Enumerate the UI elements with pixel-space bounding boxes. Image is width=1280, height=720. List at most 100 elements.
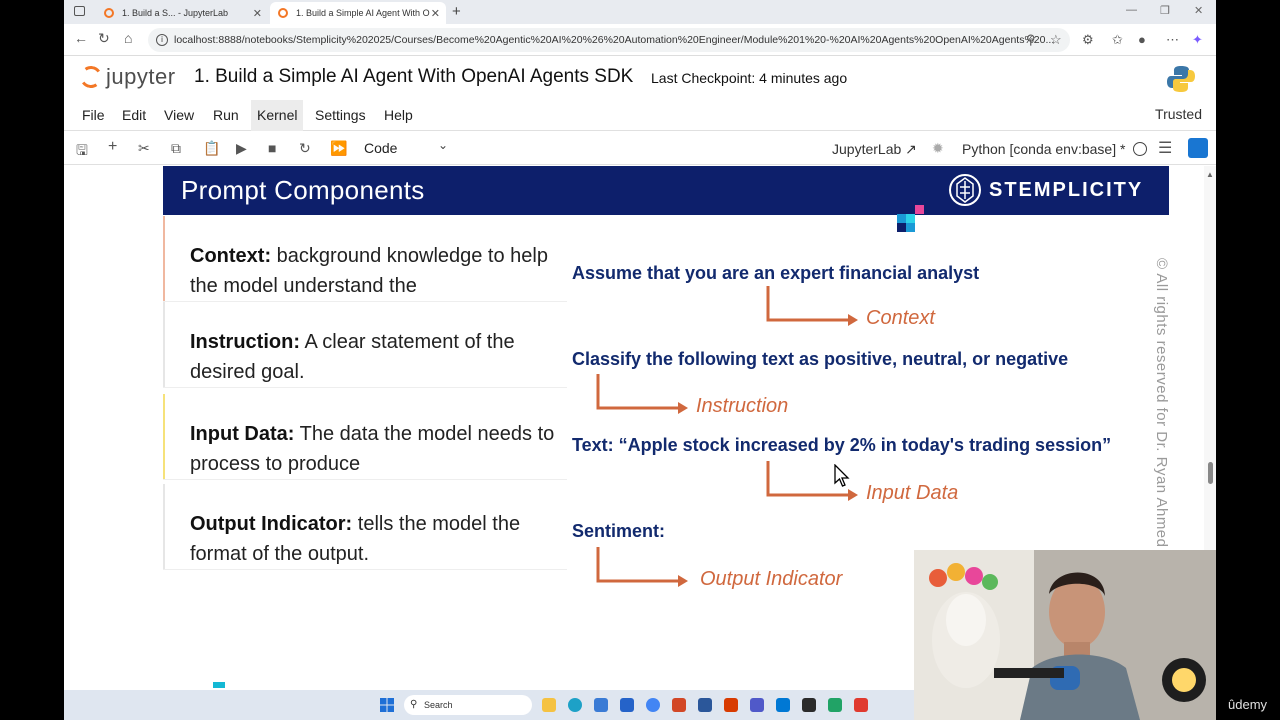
jupyterlab-link[interactable]: JupyterLab ↗	[832, 141, 917, 158]
presenter-video-image	[914, 550, 1216, 720]
scroll-thumb[interactable]	[1208, 462, 1213, 484]
label-instruction: Instruction	[696, 395, 789, 417]
browser-tab-1[interactable]: 1. Build a S... - JupyterLab ✕	[96, 2, 268, 24]
run-all-icon[interactable]: ⏩	[330, 140, 347, 157]
taskbar-search[interactable]: ⚲ Search	[404, 695, 532, 715]
chevron-down-icon[interactable]: ⌄	[438, 138, 448, 152]
minimize-icon[interactable]: —	[1126, 4, 1137, 16]
slide-banner: Prompt Components STEMPLICITY	[163, 166, 1169, 215]
mouse-cursor-icon	[834, 464, 850, 487]
snipping-icon[interactable]	[724, 698, 738, 712]
component-text: Input Data: The data the model needs to …	[190, 419, 558, 479]
jupyter-favicon-icon	[104, 8, 114, 18]
label-context: Context	[866, 307, 935, 329]
stop-icon[interactable]: ■	[268, 140, 276, 156]
slide-title: Prompt Components	[181, 175, 425, 205]
windows-start-icon[interactable]	[380, 698, 394, 712]
accent-bar	[163, 484, 165, 569]
back-icon[interactable]: ←	[74, 30, 88, 46]
menu-bar: File Edit View Run Kernel Settings Help …	[64, 100, 1216, 131]
save-icon[interactable]: 🖫	[76, 140, 88, 164]
browser-tab-2[interactable]: 1. Build a Simple AI Agent With O ✕	[270, 2, 446, 24]
new-tab-button[interactable]: +	[452, 3, 461, 20]
extensions-icon[interactable]: ⚙	[1082, 32, 1094, 48]
site-info-icon[interactable]: i	[156, 34, 168, 46]
home-icon[interactable]: ⌂	[124, 30, 132, 46]
profile-icon[interactable]: ●	[1138, 32, 1146, 47]
jupyter-ring-icon	[78, 64, 104, 90]
close-window-icon[interactable]: ✕	[1194, 4, 1203, 17]
brand-name: STEMPLICITY	[989, 179, 1144, 201]
recorder-icon[interactable]	[854, 698, 868, 712]
component-name: Input Data:	[190, 423, 295, 445]
chrome-icon[interactable]	[646, 698, 660, 712]
trusted-indicator[interactable]: Trusted	[1155, 106, 1202, 122]
component-context: Context: background knowledge to help th…	[163, 216, 567, 302]
add-cell-icon[interactable]: +	[108, 138, 117, 156]
components-list: Context: background knowledge to help th…	[163, 216, 567, 590]
copyright-text: © All rights reserved for Dr. Ryan Ahmed	[1153, 258, 1170, 548]
cut-icon[interactable]: ✂	[138, 140, 150, 157]
scroll-up-icon[interactable]: ▲	[1206, 170, 1214, 179]
property-inspector-icon[interactable]	[1188, 138, 1208, 158]
menu-run[interactable]: Run	[207, 100, 245, 131]
restart-icon[interactable]: ↻	[299, 140, 311, 157]
menu-view[interactable]: View	[158, 100, 200, 131]
tab-bar: 1. Build a S... - JupyterLab ✕ 1. Build …	[64, 0, 1216, 24]
file-explorer-icon[interactable]	[542, 698, 556, 712]
run-icon[interactable]: ▶	[236, 140, 247, 157]
menu-settings[interactable]: Settings	[309, 100, 372, 131]
kernel-name[interactable]: Python [conda env:base] *	[962, 141, 1125, 157]
component-name: Instruction:	[190, 331, 300, 353]
accent-bar	[163, 216, 165, 301]
arrow-icon	[766, 286, 858, 326]
arrow-icon	[596, 374, 688, 414]
favorites-icon[interactable]: ✩	[1112, 32, 1123, 48]
copy-icon[interactable]: ⧉	[171, 140, 181, 157]
tab-title: 1. Build a S... - JupyterLab	[122, 8, 229, 18]
example-context: Assume that you are an expert financial …	[572, 263, 980, 283]
debugger-icon[interactable]: ✹	[932, 140, 944, 157]
reload-icon[interactable]: ↻	[98, 30, 110, 47]
close-tab-icon[interactable]: ✕	[253, 7, 262, 20]
favorite-star-icon[interactable]: ☆	[1050, 32, 1062, 48]
copilot-icon[interactable]: ✦	[1192, 32, 1203, 48]
camtasia-icon[interactable]	[828, 698, 842, 712]
menu-lines-icon[interactable]: ☰	[1158, 138, 1172, 158]
terminal-icon[interactable]	[802, 698, 816, 712]
component-instruction: Instruction: A clear statement of the de…	[163, 302, 567, 388]
tab-list-icon[interactable]	[74, 6, 85, 16]
paste-icon[interactable]: 📋	[203, 140, 220, 157]
zoom-icon[interactable]: ⚲	[1026, 32, 1036, 48]
cell-marker	[213, 682, 225, 688]
component-text: Output Indicator: tells the model the fo…	[190, 509, 558, 569]
menu-edit[interactable]: Edit	[116, 100, 152, 131]
mail-icon[interactable]	[698, 698, 712, 712]
python-logo-icon	[1167, 66, 1195, 92]
url-text: localhost:8888/notebooks/Stemplicity%202…	[174, 34, 1055, 46]
menu-file[interactable]: File	[76, 100, 111, 131]
maximize-icon[interactable]: ❐	[1160, 4, 1170, 17]
notebook-toolbar: 🖫 + ✂ ⧉ 📋 ▶ ■ ↻ ⏩ Code ⌄ JupyterLab ↗ ✹ …	[64, 132, 1216, 165]
stemplicity-logo-icon	[949, 174, 981, 206]
outlook-icon[interactable]	[776, 698, 790, 712]
close-tab-icon[interactable]: ✕	[431, 7, 440, 20]
component-input-data: Input Data: The data the model needs to …	[163, 394, 567, 480]
jupyter-logo[interactable]: jupyter	[78, 62, 190, 94]
accent-bar	[163, 302, 165, 387]
more-icon[interactable]: ⋯	[1166, 32, 1179, 48]
edge-icon[interactable]	[568, 698, 582, 712]
taskbar-search-label: Search	[424, 700, 453, 710]
menu-help[interactable]: Help	[378, 100, 419, 131]
menu-kernel[interactable]: Kernel	[251, 100, 304, 131]
cell-type-select[interactable]: Code	[364, 140, 397, 156]
component-text: Instruction: A clear statement of the de…	[190, 327, 558, 387]
teams-icon[interactable]	[750, 698, 764, 712]
powerpoint-icon[interactable]	[672, 698, 686, 712]
udemy-watermark: ûdemy	[1228, 697, 1268, 712]
url-field[interactable]: i localhost:8888/notebooks/Stemplicity%2…	[148, 28, 1070, 52]
store-icon[interactable]	[594, 698, 608, 712]
app-icon[interactable]	[620, 698, 634, 712]
component-text: Context: background knowledge to help th…	[190, 241, 558, 301]
notebook-title[interactable]: 1. Build a Simple AI Agent With OpenAI A…	[194, 66, 633, 88]
